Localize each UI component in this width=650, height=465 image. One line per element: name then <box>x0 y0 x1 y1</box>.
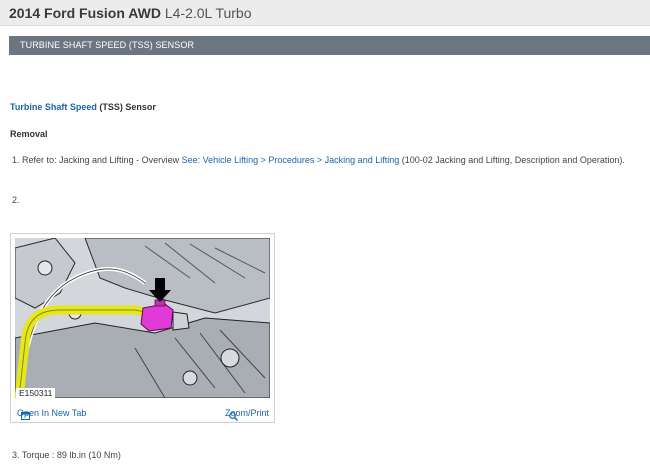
header-bar: 2014 Ford Fusion AWD L4-2.0L Turbo <box>0 0 650 26</box>
new-tab-icon <box>21 412 30 420</box>
step-3: 3. Torque : 89 lb.in (10 Nm) <box>12 450 121 460</box>
bolt-4 <box>182 370 198 386</box>
magnifier-lens <box>229 412 236 419</box>
sensor-illustration[interactable] <box>15 238 270 398</box>
figure-panel: E150311 Open In New Tab Zoom/Print <box>10 233 275 423</box>
heading-text: (TSS) Sensor <box>96 102 156 112</box>
step-1-prefix: 1. Refer to: Jacking and Lifting - Overv… <box>12 155 182 165</box>
step-1-suffix: (100-02 Jacking and Lifting, Description… <box>399 155 625 165</box>
vehicle-title: 2014 Ford Fusion AWD L4-2.0L Turbo <box>9 4 252 22</box>
removal-heading: Removal <box>10 129 48 139</box>
step-2: 2. <box>12 195 20 205</box>
step-1-link[interactable]: See: Vehicle Lifting > Procedures > Jack… <box>182 155 400 165</box>
zoom-print-link[interactable]: Zoom/Print <box>225 408 269 421</box>
open-new-tab-link[interactable]: Open In New Tab <box>17 408 86 420</box>
section-title-bar: TURBINE SHAFT SPEED (TSS) SENSOR <box>9 36 650 55</box>
component-heading: Turbine Shaft Speed (TSS) Sensor <box>10 102 156 112</box>
bolt-1 <box>37 260 53 276</box>
step-1: 1. Refer to: Jacking and Lifting - Overv… <box>12 155 625 165</box>
tss-connector[interactable] <box>140 303 174 332</box>
vehicle-model: 2014 Ford Fusion AWD <box>9 5 161 21</box>
section-title: TURBINE SHAFT SPEED (TSS) SENSOR <box>20 40 195 50</box>
figure-toolbar: Open In New Tab Zoom/Print <box>11 405 274 422</box>
sensor-body <box>172 311 190 331</box>
bolt-3 <box>220 348 240 368</box>
magnifier-handle <box>233 417 238 421</box>
new-tab-icon-bar <box>21 412 30 415</box>
vehicle-engine: L4-2.0L Turbo <box>164 5 252 21</box>
magnifier-icon <box>229 412 238 421</box>
heading-link[interactable]: Turbine Shaft Speed <box>10 102 97 112</box>
figure-label: E150311 <box>16 388 56 399</box>
